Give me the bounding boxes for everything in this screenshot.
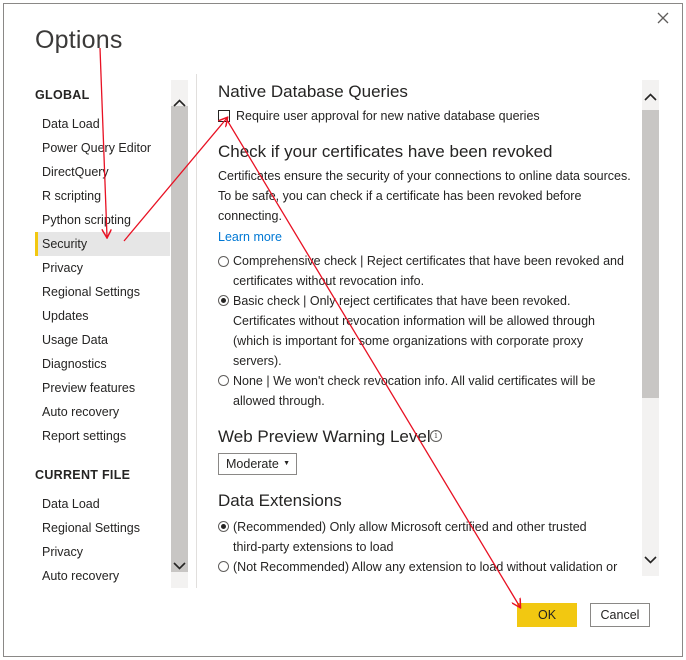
radio-none-label[interactable]: None | We won't check revocation info. A… bbox=[233, 371, 628, 411]
content-scrollbar[interactable] bbox=[642, 80, 659, 576]
nav-item-data-load[interactable]: Data Load bbox=[35, 112, 170, 136]
chevron-up-icon[interactable] bbox=[171, 94, 188, 114]
nav-section-global: GLOBAL bbox=[35, 88, 90, 102]
nav-item-updates[interactable]: Updates bbox=[35, 304, 170, 328]
nav-item-preview-features[interactable]: Preview features bbox=[35, 376, 170, 400]
radio-ext-recommended[interactable] bbox=[218, 521, 229, 532]
cert-description-line2: To be safe, you can check if a certifica… bbox=[218, 189, 582, 203]
nav-item-file-auto-recovery[interactable]: Auto recovery bbox=[35, 564, 170, 588]
require-approval-label[interactable]: Require user approval for new native dat… bbox=[236, 106, 540, 126]
nav-scrollbar[interactable] bbox=[171, 80, 188, 588]
learn-more-link[interactable]: Learn more bbox=[218, 230, 282, 244]
require-approval-checkbox[interactable] bbox=[218, 110, 230, 122]
nav-item-diagnostics[interactable]: Diagnostics bbox=[35, 352, 170, 376]
cancel-button[interactable]: Cancel bbox=[590, 603, 650, 627]
radio-basic-label[interactable]: Basic check | Only reject certificates t… bbox=[233, 291, 628, 371]
close-icon[interactable] bbox=[655, 10, 671, 26]
nav-divider bbox=[196, 74, 197, 588]
caret-down-icon: ▼ bbox=[283, 460, 290, 467]
web-preview-value: Moderate bbox=[226, 457, 279, 471]
radio-comprehensive-label[interactable]: Comprehensive check | Reject certificate… bbox=[233, 251, 628, 291]
radio-comprehensive-check[interactable] bbox=[218, 256, 229, 267]
radio-basic-check[interactable] bbox=[218, 295, 229, 306]
radio-ext-not-recommended[interactable] bbox=[218, 561, 229, 572]
nav-item-r-scripting[interactable]: R scripting bbox=[35, 184, 170, 208]
cert-description-line3: connecting. bbox=[218, 209, 282, 223]
radio-none-check[interactable] bbox=[218, 375, 229, 386]
native-queries-heading: Native Database Queries bbox=[218, 82, 408, 101]
dialog-title: Options bbox=[35, 26, 123, 54]
nav-item-usage-data[interactable]: Usage Data bbox=[35, 328, 170, 352]
radio-ext-not-recommended-label[interactable]: (Not Recommended) Allow any extension to… bbox=[233, 557, 628, 577]
nav-item-auto-recovery[interactable]: Auto recovery bbox=[35, 400, 170, 424]
nav-scroll-thumb[interactable] bbox=[171, 106, 188, 572]
nav-section-current-file: CURRENT FILE bbox=[35, 468, 131, 482]
cert-description-line1: Certificates ensure the security of your… bbox=[218, 169, 631, 183]
chevron-up-icon[interactable] bbox=[642, 88, 659, 108]
nav-item-file-data-load[interactable]: Data Load bbox=[35, 492, 170, 516]
radio-ext-recommended-label[interactable]: (Recommended) Only allow Microsoft certi… bbox=[233, 517, 628, 557]
nav-item-report-settings[interactable]: Report settings bbox=[35, 424, 170, 448]
content-scroll-thumb[interactable] bbox=[642, 110, 659, 398]
web-preview-heading: Web Preview Warning Level bbox=[218, 427, 431, 446]
web-preview-dropdown[interactable]: Moderate ▼ bbox=[218, 453, 297, 475]
chevron-down-icon[interactable] bbox=[642, 550, 659, 570]
nav-item-file-regional-settings[interactable]: Regional Settings bbox=[35, 516, 170, 540]
nav-item-regional-settings[interactable]: Regional Settings bbox=[35, 280, 170, 304]
info-icon[interactable]: i bbox=[430, 430, 442, 442]
data-extensions-heading: Data Extensions bbox=[218, 491, 342, 510]
nav-item-directquery[interactable]: DirectQuery bbox=[35, 160, 170, 184]
nav-item-privacy[interactable]: Privacy bbox=[35, 256, 170, 280]
nav-item-file-privacy[interactable]: Privacy bbox=[35, 540, 170, 564]
cert-revoked-heading: Check if your certificates have been rev… bbox=[218, 142, 553, 161]
nav-item-power-query-editor[interactable]: Power Query Editor bbox=[35, 136, 170, 160]
chevron-down-icon[interactable] bbox=[171, 556, 188, 576]
ok-button[interactable]: OK bbox=[517, 603, 577, 627]
nav-item-python-scripting[interactable]: Python scripting bbox=[35, 208, 170, 232]
nav-item-security[interactable]: Security bbox=[35, 232, 170, 256]
